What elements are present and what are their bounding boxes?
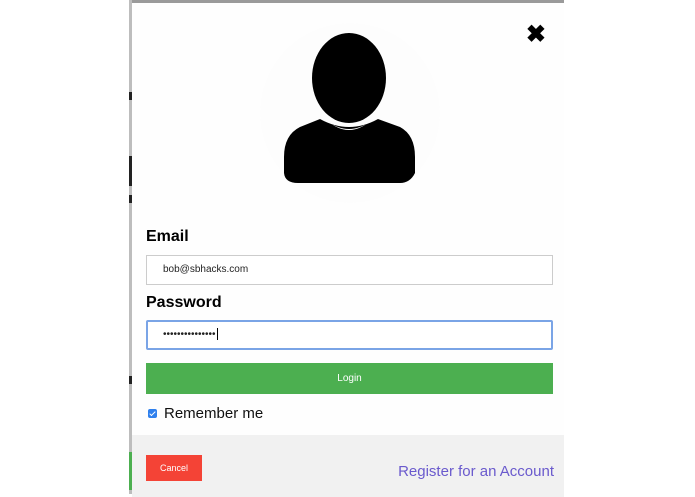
user-silhouette-icon bbox=[284, 33, 415, 183]
remember-me-checkbox[interactable] bbox=[148, 408, 157, 418]
text-caret bbox=[216, 328, 218, 341]
login-button[interactable]: Login bbox=[146, 363, 553, 394]
email-field[interactable]: bob@sbhacks.com bbox=[146, 255, 553, 285]
password-label: Password bbox=[146, 294, 222, 311]
password-field[interactable]: ••••••••••••••• bbox=[146, 320, 553, 350]
password-value: ••••••••••••••• bbox=[163, 329, 216, 340]
modal-footer: Cancel Register for an Account bbox=[132, 435, 564, 497]
cancel-button[interactable]: Cancel bbox=[146, 455, 202, 481]
background-page bbox=[0, 0, 131, 494]
email-label: Email bbox=[146, 228, 189, 245]
remember-me-label: Remember me bbox=[164, 404, 264, 422]
register-link[interactable]: Register for an Account bbox=[398, 463, 554, 480]
close-icon[interactable]: ✖ bbox=[526, 23, 546, 47]
remember-me-row: Remember me bbox=[148, 404, 263, 422]
login-modal: ✖ Email bob@sbhacks.com Password •••••••… bbox=[132, 0, 564, 497]
avatar bbox=[260, 23, 440, 203]
